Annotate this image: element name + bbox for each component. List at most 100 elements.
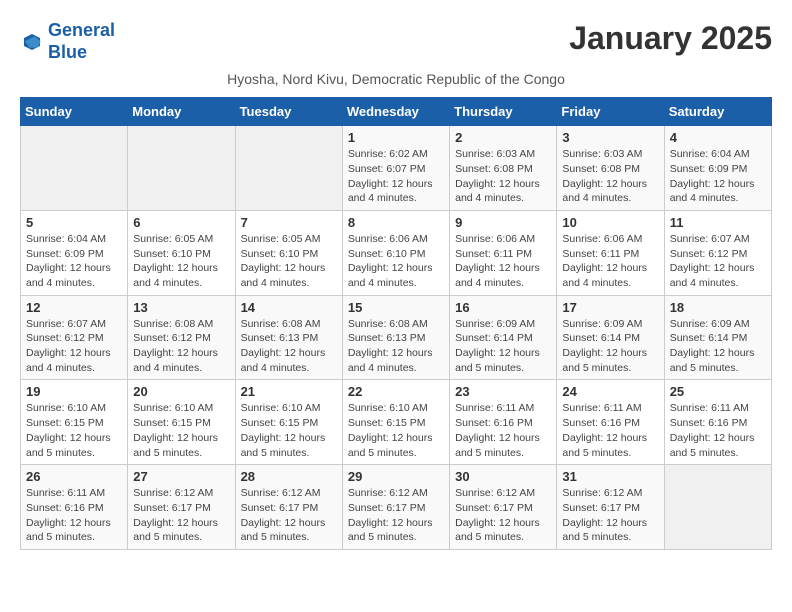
calendar-cell xyxy=(21,126,128,211)
header-monday: Monday xyxy=(128,98,235,126)
day-number: 5 xyxy=(26,215,122,230)
calendar-cell xyxy=(664,465,771,550)
day-info: Sunrise: 6:04 AM Sunset: 6:09 PM Dayligh… xyxy=(26,232,122,291)
day-info: Sunrise: 6:04 AM Sunset: 6:09 PM Dayligh… xyxy=(670,147,766,206)
calendar-cell: 7 Sunrise: 6:05 AM Sunset: 6:10 PM Daylig… xyxy=(235,210,342,295)
calendar-cell: 31 Sunrise: 6:12 AM Sunset: 6:17 PM Dayli… xyxy=(557,465,664,550)
day-number: 29 xyxy=(348,469,444,484)
calendar-cell: 8 Sunrise: 6:06 AM Sunset: 6:10 PM Daylig… xyxy=(342,210,449,295)
day-info: Sunrise: 6:09 AM Sunset: 6:14 PM Dayligh… xyxy=(562,317,658,376)
header-saturday: Saturday xyxy=(664,98,771,126)
calendar-cell: 24 Sunrise: 6:11 AM Sunset: 6:16 PM Dayli… xyxy=(557,380,664,465)
header-friday: Friday xyxy=(557,98,664,126)
header-thursday: Thursday xyxy=(450,98,557,126)
day-info: Sunrise: 6:12 AM Sunset: 6:17 PM Dayligh… xyxy=(348,486,444,545)
month-title: January 2025 xyxy=(569,20,772,57)
calendar-cell: 16 Sunrise: 6:09 AM Sunset: 6:14 PM Dayli… xyxy=(450,295,557,380)
header-sunday: Sunday xyxy=(21,98,128,126)
day-info: Sunrise: 6:10 AM Sunset: 6:15 PM Dayligh… xyxy=(133,401,229,460)
day-info: Sunrise: 6:11 AM Sunset: 6:16 PM Dayligh… xyxy=(562,401,658,460)
logo-icon xyxy=(20,30,44,54)
day-number: 28 xyxy=(241,469,337,484)
day-info: Sunrise: 6:05 AM Sunset: 6:10 PM Dayligh… xyxy=(241,232,337,291)
day-number: 10 xyxy=(562,215,658,230)
calendar-week-5: 26Sunrise: 6:11 AM Sunset: 6:16 PM Dayli… xyxy=(21,465,772,550)
day-number: 1 xyxy=(348,130,444,145)
day-info: Sunrise: 6:08 AM Sunset: 6:12 PM Dayligh… xyxy=(133,317,229,376)
day-info: Sunrise: 6:12 AM Sunset: 6:17 PM Dayligh… xyxy=(133,486,229,545)
day-info: Sunrise: 6:09 AM Sunset: 6:14 PM Dayligh… xyxy=(670,317,766,376)
day-info: Sunrise: 6:12 AM Sunset: 6:17 PM Dayligh… xyxy=(562,486,658,545)
day-number: 27 xyxy=(133,469,229,484)
header-wednesday: Wednesday xyxy=(342,98,449,126)
calendar-cell: 4Sunrise: 6:04 AM Sunset: 6:09 PM Daylig… xyxy=(664,126,771,211)
day-number: 8 xyxy=(348,215,444,230)
logo-line2: Blue xyxy=(48,42,87,62)
calendar-cell: 3Sunrise: 6:03 AM Sunset: 6:08 PM Daylig… xyxy=(557,126,664,211)
day-number: 7 xyxy=(241,215,337,230)
day-info: Sunrise: 6:07 AM Sunset: 6:12 PM Dayligh… xyxy=(26,317,122,376)
day-number: 19 xyxy=(26,384,122,399)
day-info: Sunrise: 6:10 AM Sunset: 6:15 PM Dayligh… xyxy=(26,401,122,460)
day-number: 24 xyxy=(562,384,658,399)
header-tuesday: Tuesday xyxy=(235,98,342,126)
day-number: 31 xyxy=(562,469,658,484)
calendar-cell: 2 Sunrise: 6:03 AM Sunset: 6:08 PM Daylig… xyxy=(450,126,557,211)
day-number: 12 xyxy=(26,300,122,315)
calendar-cell: 11 Sunrise: 6:07 AM Sunset: 6:12 PM Dayli… xyxy=(664,210,771,295)
day-number: 23 xyxy=(455,384,551,399)
day-number: 6 xyxy=(133,215,229,230)
calendar-cell: 9Sunrise: 6:06 AM Sunset: 6:11 PM Daylig… xyxy=(450,210,557,295)
day-info: Sunrise: 6:02 AM Sunset: 6:07 PM Dayligh… xyxy=(348,147,444,206)
calendar-cell: 18 Sunrise: 6:09 AM Sunset: 6:14 PM Dayli… xyxy=(664,295,771,380)
day-info: Sunrise: 6:07 AM Sunset: 6:12 PM Dayligh… xyxy=(670,232,766,291)
calendar-cell: 6 Sunrise: 6:05 AM Sunset: 6:10 PM Daylig… xyxy=(128,210,235,295)
day-info: Sunrise: 6:12 AM Sunset: 6:17 PM Dayligh… xyxy=(241,486,337,545)
calendar-cell: 27 Sunrise: 6:12 AM Sunset: 6:17 PM Dayli… xyxy=(128,465,235,550)
day-number: 11 xyxy=(670,215,766,230)
day-info: Sunrise: 6:09 AM Sunset: 6:14 PM Dayligh… xyxy=(455,317,551,376)
calendar-week-2: 5 Sunrise: 6:04 AM Sunset: 6:09 PM Daylig… xyxy=(21,210,772,295)
calendar-cell: 13 Sunrise: 6:08 AM Sunset: 6:12 PM Dayli… xyxy=(128,295,235,380)
day-number: 20 xyxy=(133,384,229,399)
day-info: Sunrise: 6:11 AM Sunset: 6:16 PM Dayligh… xyxy=(455,401,551,460)
calendar-cell: 28 Sunrise: 6:12 AM Sunset: 6:17 PM Dayli… xyxy=(235,465,342,550)
calendar-cell: 5 Sunrise: 6:04 AM Sunset: 6:09 PM Daylig… xyxy=(21,210,128,295)
day-number: 16 xyxy=(455,300,551,315)
calendar-cell: 26Sunrise: 6:11 AM Sunset: 6:16 PM Dayli… xyxy=(21,465,128,550)
day-info: Sunrise: 6:10 AM Sunset: 6:15 PM Dayligh… xyxy=(241,401,337,460)
day-number: 2 xyxy=(455,130,551,145)
day-info: Sunrise: 6:03 AM Sunset: 6:08 PM Dayligh… xyxy=(455,147,551,206)
day-info: Sunrise: 6:06 AM Sunset: 6:11 PM Dayligh… xyxy=(455,232,551,291)
day-number: 25 xyxy=(670,384,766,399)
title-section: January 2025 xyxy=(569,20,772,57)
calendar-cell: 29 Sunrise: 6:12 AM Sunset: 6:17 PM Dayli… xyxy=(342,465,449,550)
day-info: Sunrise: 6:08 AM Sunset: 6:13 PM Dayligh… xyxy=(348,317,444,376)
day-number: 18 xyxy=(670,300,766,315)
calendar-cell: 10Sunrise: 6:06 AM Sunset: 6:11 PM Dayli… xyxy=(557,210,664,295)
day-info: Sunrise: 6:10 AM Sunset: 6:15 PM Dayligh… xyxy=(348,401,444,460)
day-number: 13 xyxy=(133,300,229,315)
day-number: 17 xyxy=(562,300,658,315)
day-info: Sunrise: 6:06 AM Sunset: 6:10 PM Dayligh… xyxy=(348,232,444,291)
calendar-week-3: 12 Sunrise: 6:07 AM Sunset: 6:12 PM Dayli… xyxy=(21,295,772,380)
calendar-cell: 17 Sunrise: 6:09 AM Sunset: 6:14 PM Dayli… xyxy=(557,295,664,380)
day-info: Sunrise: 6:11 AM Sunset: 6:16 PM Dayligh… xyxy=(670,401,766,460)
calendar-week-1: 1 Sunrise: 6:02 AM Sunset: 6:07 PM Daylig… xyxy=(21,126,772,211)
calendar-cell: 21Sunrise: 6:10 AM Sunset: 6:15 PM Dayli… xyxy=(235,380,342,465)
logo-line1: General xyxy=(48,20,115,40)
calendar-cell: 12 Sunrise: 6:07 AM Sunset: 6:12 PM Dayli… xyxy=(21,295,128,380)
logo-text: General Blue xyxy=(48,20,115,63)
calendar-week-4: 19 Sunrise: 6:10 AM Sunset: 6:15 PM Dayli… xyxy=(21,380,772,465)
calendar-cell: 25 Sunrise: 6:11 AM Sunset: 6:16 PM Dayli… xyxy=(664,380,771,465)
page-header: General Blue January 2025 xyxy=(20,20,772,63)
day-info: Sunrise: 6:08 AM Sunset: 6:13 PM Dayligh… xyxy=(241,317,337,376)
day-info: Sunrise: 6:05 AM Sunset: 6:10 PM Dayligh… xyxy=(133,232,229,291)
calendar-cell: 19 Sunrise: 6:10 AM Sunset: 6:15 PM Dayli… xyxy=(21,380,128,465)
calendar-body: 1 Sunrise: 6:02 AM Sunset: 6:07 PM Daylig… xyxy=(21,126,772,550)
calendar-header: Sunday Monday Tuesday Wednesday Thursday… xyxy=(21,98,772,126)
day-number: 26 xyxy=(26,469,122,484)
day-number: 14 xyxy=(241,300,337,315)
calendar-cell: 20 Sunrise: 6:10 AM Sunset: 6:15 PM Dayli… xyxy=(128,380,235,465)
calendar-cell: 23 Sunrise: 6:11 AM Sunset: 6:16 PM Dayli… xyxy=(450,380,557,465)
